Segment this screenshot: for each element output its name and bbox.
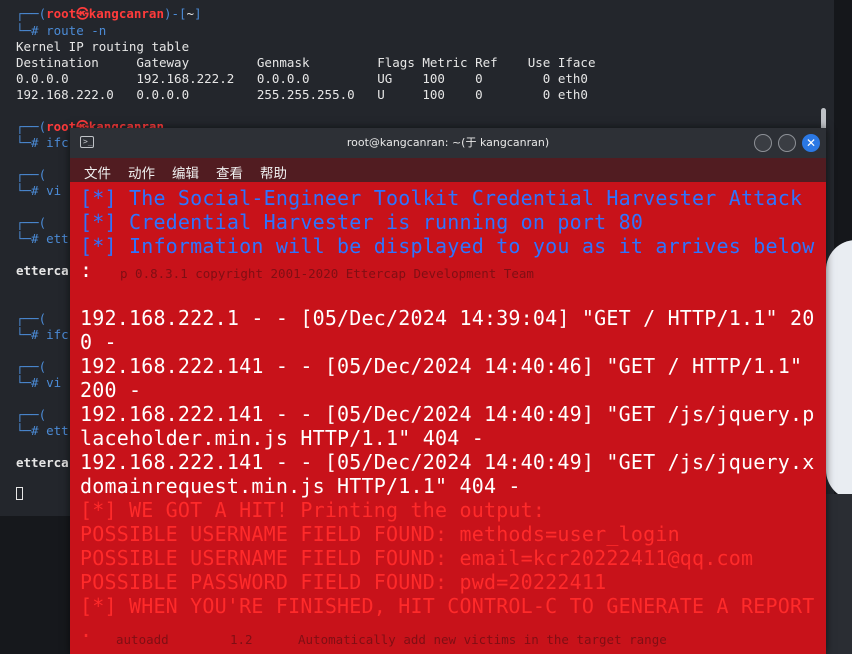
menu-help[interactable]: 帮助 xyxy=(260,162,287,182)
routing-header: Destination Gateway Genmask Flags Metric… xyxy=(16,55,596,70)
output-line: domainrequest.min.js HTTP/1.1" 404 - xyxy=(80,474,521,498)
menu-file[interactable]: 文件 xyxy=(84,162,111,182)
command-line: └─# ifc xyxy=(16,135,69,150)
command-line: └─# ifc xyxy=(16,327,69,342)
command-line: └─# vi xyxy=(16,375,62,390)
output-line: 200 - xyxy=(80,378,142,402)
title-bar[interactable]: >_ root@kangcanran: ~(于 kangcanran) ✕ xyxy=(70,128,826,158)
prompt-line: ┌──( xyxy=(16,407,47,422)
output-line: [*] The Social-Engineer Toolkit Credenti… xyxy=(80,186,803,210)
ghost-text: Automatically add new victims in the tar… xyxy=(298,632,667,647)
ettercap-output: etterca xyxy=(16,455,69,470)
command-line: └─# ett xyxy=(16,423,69,438)
ettercap-output: etterca xyxy=(16,263,69,278)
window-title: root@kangcanran: ~(于 kangcanran) xyxy=(346,136,550,149)
output-line: [*] Credential Harvester is running on p… xyxy=(80,210,644,234)
output-line: 192.168.222.1 - - [05/Dec/2024 14:39:04]… xyxy=(80,306,815,330)
minimize-button[interactable] xyxy=(754,134,772,152)
routing-row: 0.0.0.0 192.168.222.2 0.0.0.0 UG 100 0 0… xyxy=(16,71,588,86)
output-line: [*] WHEN YOU'RE FINISHED, HIT CONTROL-C … xyxy=(80,594,815,618)
output-line: [*] Information will be displayed to you… xyxy=(80,234,815,258)
output-line: 0 - xyxy=(80,330,117,354)
ghost-text: p 0.8.3.1 copyright 2001-2020 Ettercap D… xyxy=(120,266,534,281)
output-line: 192.168.222.141 - - [05/Dec/2024 14:40:4… xyxy=(80,450,815,474)
close-button[interactable]: ✕ xyxy=(802,134,820,152)
output-line: . xyxy=(80,618,93,642)
command-text: route -n xyxy=(46,23,107,38)
output-line: POSSIBLE USERNAME FIELD FOUND: methods=u… xyxy=(80,522,680,546)
desktop-background xyxy=(0,516,70,654)
routing-row: 192.168.222.0 0.0.0.0 255.255.255.0 U 10… xyxy=(16,87,588,102)
output-line: POSSIBLE PASSWORD FIELD FOUND: pwd=20222… xyxy=(80,570,607,594)
output-line: : xyxy=(80,258,93,282)
ghost-text: autoadd xyxy=(116,632,169,647)
prompt-line: ┌──( xyxy=(16,311,47,326)
menu-bar: 文件 动作 编辑 查看 帮助 xyxy=(70,158,826,182)
command-line: └─# ett xyxy=(16,231,69,246)
prompt-line: ┌──(root㉿kangcanran)-[~] xyxy=(16,6,202,21)
terminal-output[interactable]: p 0.8.3.1 copyright 2001-2020 Ettercap D… xyxy=(70,182,826,654)
output-line: 192.168.222.141 - - [05/Dec/2024 14:40:4… xyxy=(80,354,803,378)
terminal-window[interactable]: >_ root@kangcanran: ~(于 kangcanran) ✕ 文件… xyxy=(70,128,826,654)
close-icon: ✕ xyxy=(805,136,817,150)
menu-action[interactable]: 动作 xyxy=(128,162,155,182)
routing-title: Kernel IP routing table xyxy=(16,39,190,54)
command-line: └─# vi xyxy=(16,183,62,198)
output-line: POSSIBLE USERNAME FIELD FOUND: email=kcr… xyxy=(80,546,754,570)
prompt-line: ┌──( xyxy=(16,215,47,230)
output-line: 192.168.222.141 - - [05/Dec/2024 14:40:4… xyxy=(80,402,815,426)
prompt-line: ┌──( xyxy=(16,359,47,374)
menu-edit[interactable]: 编辑 xyxy=(172,162,199,182)
prompt-line: ┌──( xyxy=(16,167,47,182)
maximize-button[interactable] xyxy=(778,134,796,152)
terminal-cursor xyxy=(16,487,23,500)
output-line: [*] WE GOT A HIT! Printing the output: xyxy=(80,498,546,522)
command-line: └─# route -n xyxy=(16,23,107,38)
output-line: laceholder.min.js HTTP/1.1" 404 - xyxy=(80,426,484,450)
menu-view[interactable]: 查看 xyxy=(216,162,243,182)
background-window-edge xyxy=(826,494,852,654)
ghost-text: 1.2 xyxy=(230,632,253,647)
desktop-wallpaper-shape xyxy=(826,240,852,500)
